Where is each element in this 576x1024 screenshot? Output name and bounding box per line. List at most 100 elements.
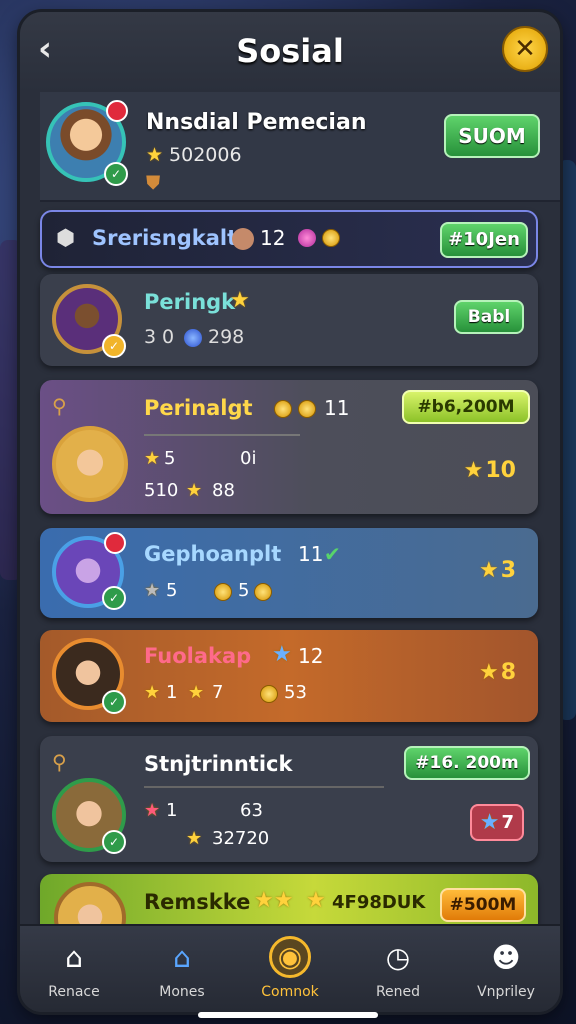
stat-value: 298 <box>208 326 245 348</box>
rank-badge: ★ 7 <box>469 804 524 841</box>
stat-value: 53 <box>284 682 307 703</box>
star-icon: ★ <box>146 144 164 166</box>
check-badge-icon: ✓ <box>102 830 126 854</box>
close-icon[interactable]: ✕ <box>502 26 548 72</box>
rank-value: 10 <box>485 458 516 483</box>
player-name: Gephoanplt <box>144 542 282 566</box>
coin-icon: ◉ <box>269 936 311 978</box>
star-icon: ★ <box>272 642 292 667</box>
player-profile-card: ✓ Nnsdial Pemecian ★ 502006 ⛊ SUOM <box>40 92 560 202</box>
stat-value: 63 <box>240 800 263 821</box>
level-value: 12 <box>298 644 324 668</box>
stat-value: 510 <box>144 480 179 501</box>
stat-value: 0i <box>240 448 257 469</box>
stat-value: 0 <box>162 326 175 348</box>
level-value: 11 <box>324 396 350 420</box>
rank-value: 7 <box>501 812 514 833</box>
list-item[interactable]: ✓ Fuolakap ★ 12 ★ 1 ★ 7 53 ★ 8 <box>40 630 538 722</box>
player-name: Peringk <box>144 290 236 314</box>
coin-icon <box>260 685 278 703</box>
tab-label: Vnpriley <box>477 984 535 1000</box>
house-icon: ⌂ <box>173 941 191 974</box>
highlight-button[interactable]: #10Jen <box>440 222 528 258</box>
tab-renace[interactable]: ⌂ Renace <box>20 926 128 1012</box>
list-item[interactable]: ✓ Peringk ★ 3 0 298 Babl <box>40 274 538 366</box>
stat-value: 1 <box>166 800 178 821</box>
badge-row: ⛊ <box>146 172 160 194</box>
list-item[interactable]: ✓ Gephoanplt 11 ✔ ★ 5 5 ★ 3 <box>40 528 538 618</box>
star-icon: ★ <box>306 888 326 913</box>
home-icon: ⌂ <box>65 941 83 974</box>
tab-vnpriley[interactable]: ☻ Vnpriley <box>452 926 560 1012</box>
rank-value: 8 <box>500 660 516 685</box>
star-icon: ★ <box>186 828 203 849</box>
star-icon: ★ <box>144 580 161 601</box>
rank-badge: ★ 8 <box>471 656 524 689</box>
star-icon: ★ <box>188 682 205 703</box>
player-name: Nnsdial Pemecian <box>146 110 367 135</box>
coin-icon <box>274 400 292 418</box>
highlighted-entry[interactable]: ⬢ Srerisngkalt 12 #10Jen <box>40 210 538 268</box>
heart-icon <box>104 532 126 554</box>
player-name: Remskke <box>144 890 251 914</box>
heart-icon <box>106 100 128 122</box>
tab-label: Rened <box>375 984 421 1000</box>
avatar <box>52 426 128 502</box>
stat-value: 32720 <box>212 828 270 849</box>
check-icon: ✔ <box>324 542 341 566</box>
tab-comnok[interactable]: ◉ Comnok <box>236 926 344 1012</box>
row-value-button[interactable]: #500M <box>440 888 526 922</box>
player-name: Stnjtrinntick <box>144 752 293 776</box>
key-icon: ⚲ <box>52 394 67 418</box>
tab-label: Mones <box>159 984 205 1000</box>
coin-icon <box>214 583 232 601</box>
list-item[interactable]: ⚲ Perinalgt 11 ★ 5 0i 510 ★ 88 #b6,200M … <box>40 380 538 514</box>
player-name: Fuolakap <box>144 644 252 668</box>
tab-label: Renace <box>48 984 100 1000</box>
coin-icon <box>322 229 340 247</box>
tab-bar: ⌂ Renace ⌂ Mones ◉ Comnok ◷ Rened ☻ Vnpr… <box>20 924 560 1012</box>
shield-icon: ⛊ <box>146 172 161 194</box>
rank-badge: ★ 3 <box>471 554 524 587</box>
row-value-button[interactable]: #b6,200M <box>402 390 530 424</box>
tab-label: Comnok <box>261 984 319 1000</box>
rank-badge: ★ 10 <box>456 454 524 487</box>
list-item[interactable]: ⚲ ✓ Stnjtrinntick ★ 1 63 ★ 32720 #16. 20… <box>40 736 538 862</box>
page-title: Sosial <box>236 32 344 70</box>
star-icon: ★ <box>478 558 499 583</box>
key-icon: ⚲ <box>52 750 67 774</box>
extra-code: 4F98DUK <box>332 892 426 913</box>
stat-value: 7 <box>212 682 224 703</box>
stat-value: 3 <box>144 326 157 348</box>
stat-value: 5 <box>238 580 250 601</box>
stat-value: 1 <box>166 682 178 703</box>
level-value: 11 <box>298 542 324 566</box>
star-icon: ★ <box>144 800 161 821</box>
rank-value: 3 <box>500 558 516 583</box>
social-panel: ‹ Sosial ✕ ✓ Nnsdial Pemecian ★ 502006 ⛊… <box>20 12 560 1012</box>
check-badge-icon: ✓ <box>102 586 126 610</box>
stat-value: 88 <box>212 480 235 501</box>
player-score: ★ 502006 <box>146 144 242 166</box>
star-icon: ★ <box>144 448 161 469</box>
check-badge-icon: ✓ <box>102 334 126 358</box>
highlight-value: 12 <box>260 226 286 250</box>
check-badge-icon: ✓ <box>104 162 128 186</box>
home-indicator[interactable] <box>198 1012 378 1018</box>
stat-value: 5 <box>164 448 176 469</box>
tab-rened[interactable]: ◷ Rened <box>344 926 452 1012</box>
background-building-left <box>0 240 22 580</box>
tag-icon: ⬢ <box>56 226 76 251</box>
star-icon: ★ <box>144 682 161 703</box>
background-building-right <box>558 160 576 720</box>
clock-icon: ◷ <box>385 941 411 974</box>
star-icon: ★★ <box>254 888 294 913</box>
row-value-button[interactable]: #16. 200m <box>404 746 530 780</box>
stat-value: 5 <box>166 580 178 601</box>
tab-mones[interactable]: ⌂ Mones <box>128 926 236 1012</box>
coin-icon <box>254 583 272 601</box>
row-action-button[interactable]: Babl <box>454 300 524 334</box>
header: ‹ Sosial ✕ <box>20 12 560 92</box>
profile-action-button[interactable]: SUOM <box>444 114 540 158</box>
gem-icon <box>184 329 202 347</box>
